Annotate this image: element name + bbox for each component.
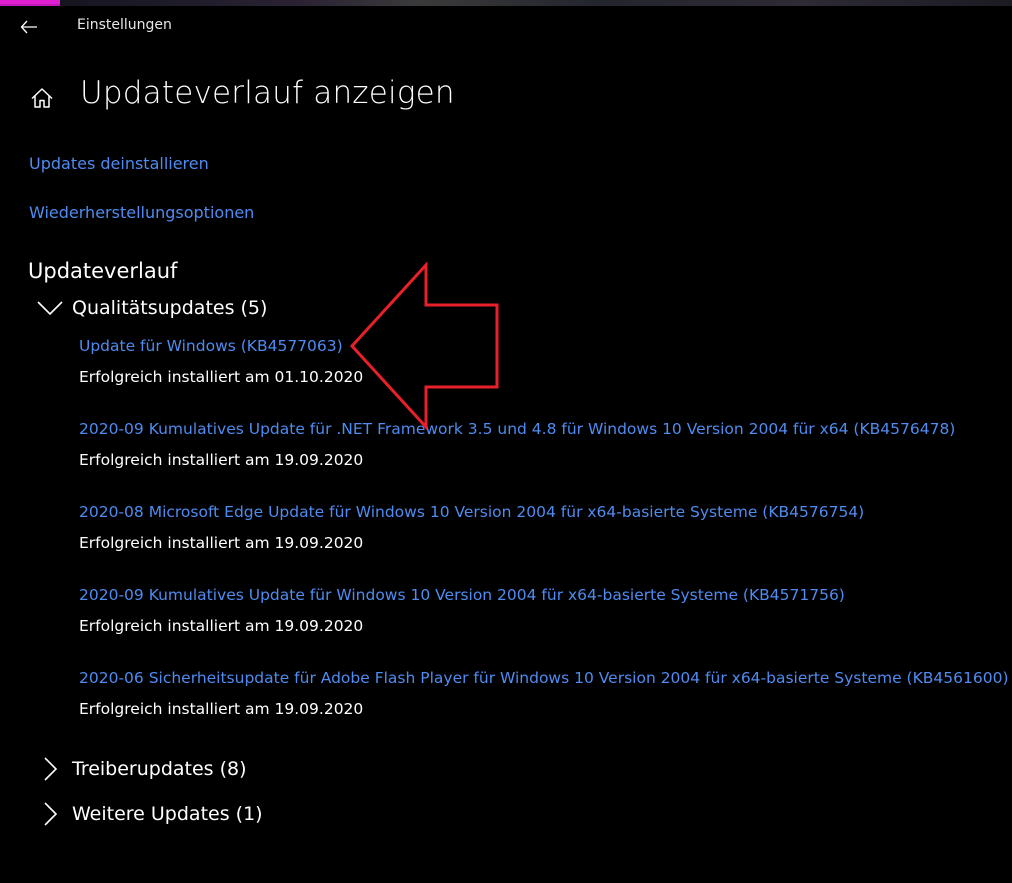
update-status: Erfolgreich installiert am 19.09.2020	[79, 700, 364, 718]
driver-updates-group-header[interactable]: Treiberupdates (8)	[36, 757, 247, 781]
quality-updates-group-header[interactable]: Qualitätsupdates (5)	[36, 296, 267, 320]
group-label: Treiberupdates (8)	[72, 758, 247, 780]
group-label: Weitere Updates (1)	[72, 803, 263, 825]
update-name-link[interactable]: 2020-09 Kumulatives Update für Windows 1…	[79, 586, 845, 604]
back-arrow-icon	[20, 20, 37, 34]
update-item: 2020-09 Kumulatives Update für Windows 1…	[79, 586, 845, 635]
red-annotation-arrow-icon	[349, 262, 499, 431]
page-title: Updateverlauf anzeigen	[80, 75, 455, 111]
update-item: 2020-08 Microsoft Edge Update für Window…	[79, 503, 864, 552]
update-item: 2020-06 Sicherheitsupdate für Adobe Flas…	[79, 669, 1009, 718]
group-label: Qualitätsupdates (5)	[72, 297, 268, 319]
update-history-title: Updateverlauf	[28, 259, 178, 283]
update-item: Update für Windows (KB4577063) Erfolgrei…	[79, 337, 363, 386]
chevron-down-icon	[36, 296, 64, 320]
settings-window: Einstellungen Updateverlauf anzeigen Upd…	[0, 0, 1012, 883]
update-name-link[interactable]: 2020-08 Microsoft Edge Update für Window…	[79, 503, 864, 521]
uninstall-updates-link[interactable]: Updates deinstallieren	[29, 154, 209, 173]
update-status: Erfolgreich installiert am 01.10.2020	[79, 368, 364, 386]
update-item: 2020-09 Kumulatives Update für .NET Fram…	[79, 420, 955, 469]
app-title: Einstellungen	[77, 17, 172, 33]
back-button[interactable]	[14, 14, 44, 40]
update-name-link[interactable]: 2020-09 Kumulatives Update für .NET Fram…	[79, 420, 955, 438]
home-icon	[31, 88, 53, 108]
window-top-strip	[0, 0, 1012, 6]
chevron-right-icon	[36, 757, 64, 781]
update-name-link[interactable]: Update für Windows (KB4577063)	[79, 337, 363, 355]
accent-strip	[0, 0, 60, 4]
update-name-link[interactable]: 2020-06 Sicherheitsupdate für Adobe Flas…	[79, 669, 1009, 687]
chevron-right-icon	[36, 802, 64, 826]
update-status: Erfolgreich installiert am 19.09.2020	[79, 451, 364, 469]
other-updates-group-header[interactable]: Weitere Updates (1)	[36, 802, 263, 826]
recovery-options-link[interactable]: Wiederherstellungsoptionen	[29, 203, 254, 222]
update-status: Erfolgreich installiert am 19.09.2020	[79, 534, 364, 552]
update-status: Erfolgreich installiert am 19.09.2020	[79, 617, 364, 635]
